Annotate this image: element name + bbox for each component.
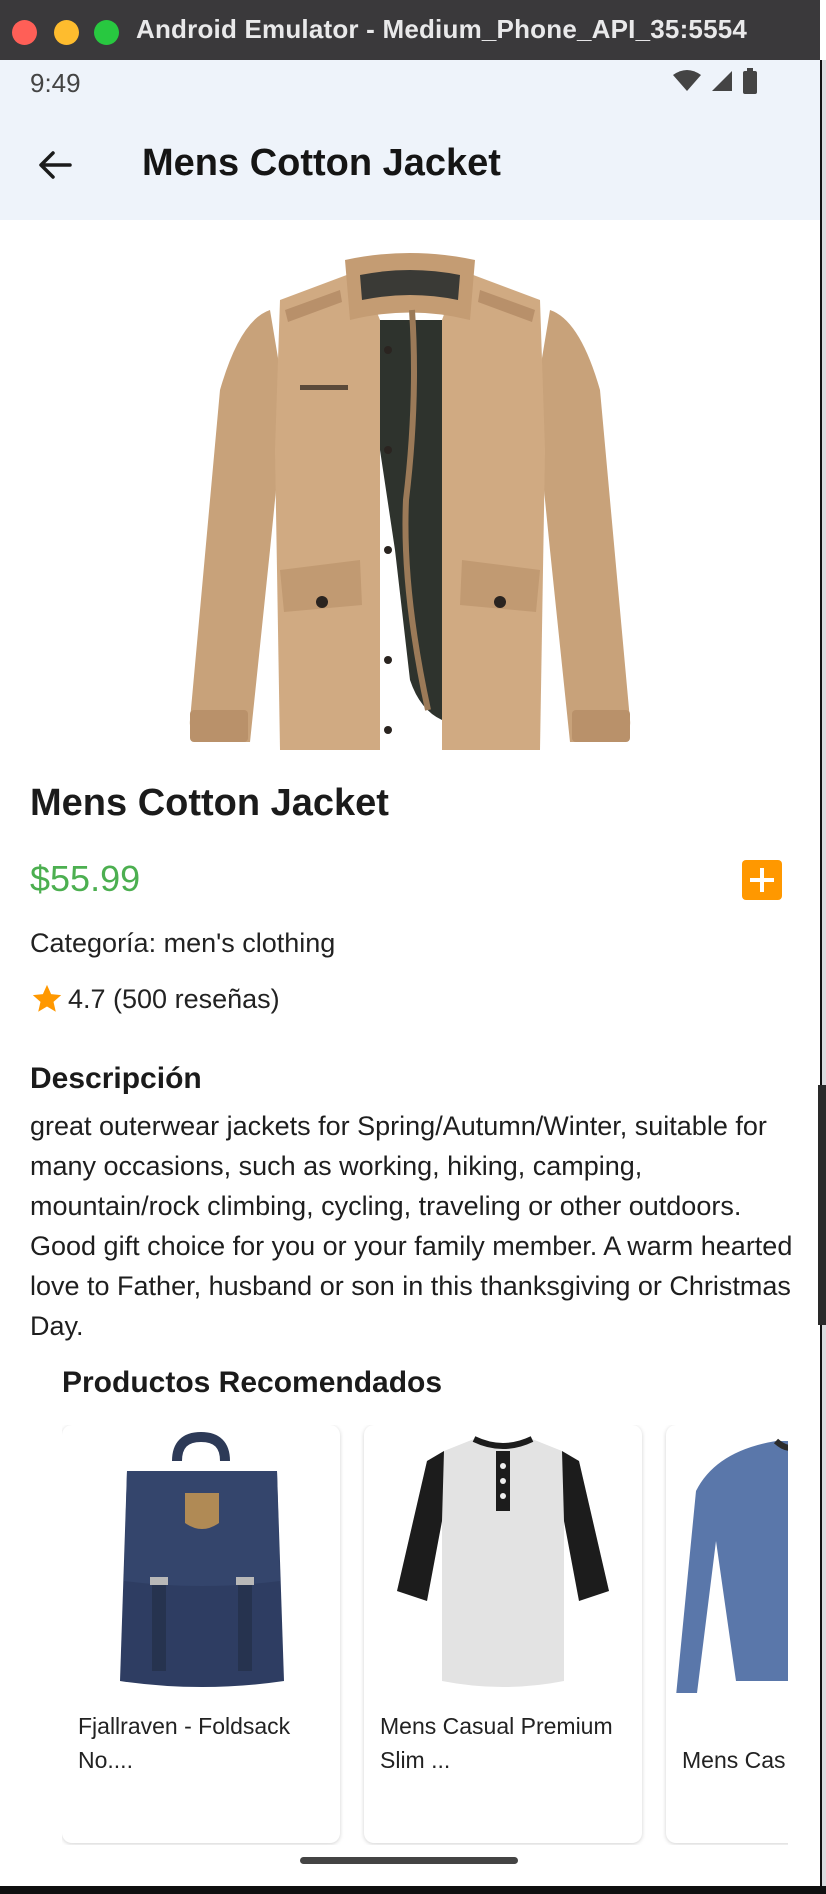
star-icon — [32, 984, 62, 1012]
long-sleeve-shirt-image — [676, 1438, 788, 1693]
rating-text: 4.7 (500 reseñas) — [68, 983, 280, 1014]
recommended-card[interactable]: Mens Casual Premium Slim ... — [364, 1425, 642, 1843]
status-icons — [672, 68, 758, 94]
zoom-window-button[interactable] — [94, 20, 119, 45]
arrow-back-icon — [39, 151, 72, 179]
product-name: Mens Cotton Jacket — [30, 782, 389, 824]
signal-icon — [712, 71, 732, 91]
plus-icon — [750, 868, 774, 892]
product-price: $55.99 — [30, 858, 141, 899]
recommended-carousel[interactable]: Fjallraven - Foldsack No.... Mens Casual… — [62, 1425, 788, 1845]
emulator-frame-bottom — [0, 1886, 826, 1894]
emulator-frame-edge — [820, 60, 826, 1894]
home-indicator[interactable] — [300, 1857, 518, 1864]
window-title: Android Emulator - Medium_Phone_API_35:5… — [136, 14, 748, 44]
description-text: great outerwear jackets for Spring/Autum… — [30, 1111, 793, 1341]
status-time: 9:49 — [30, 68, 81, 98]
phone-screen: 9:49 Mens Cotton Jacket Mens Cotton Jack… — [0, 60, 820, 1894]
recommended-card[interactable]: Mens Cas — [666, 1425, 788, 1843]
window-titlebar: Android Emulator - Medium_Phone_API_35:5… — [0, 0, 820, 61]
product-image — [189, 253, 631, 750]
recommended-title: Productos Recomendados — [62, 1366, 443, 1399]
add-to-cart-button[interactable] — [742, 860, 782, 900]
recommended-label: Fjallraven - Foldsack No.... — [78, 1713, 291, 1773]
backpack-image — [120, 1431, 284, 1687]
recommended-card[interactable]: Fjallraven - Foldsack No.... — [62, 1425, 340, 1843]
back-button[interactable] — [30, 140, 80, 190]
recommended-label: Mens Casual Premium Slim ... — [380, 1713, 613, 1773]
henley-shirt-image — [397, 1436, 609, 1687]
emulator-side-control — [818, 1085, 826, 1325]
product-category: Categoría: men's clothing — [30, 928, 336, 958]
minimize-window-button[interactable] — [54, 20, 79, 45]
wifi-icon — [673, 70, 701, 91]
description-title: Descripción — [30, 1062, 202, 1095]
close-window-button[interactable] — [12, 20, 37, 45]
product-rating: 4.7 (500 reseñas) — [30, 982, 280, 1016]
recommended-label: Mens Cas — [682, 1747, 786, 1773]
page-title: Mens Cotton Jacket — [142, 142, 501, 184]
battery-icon — [743, 68, 757, 94]
